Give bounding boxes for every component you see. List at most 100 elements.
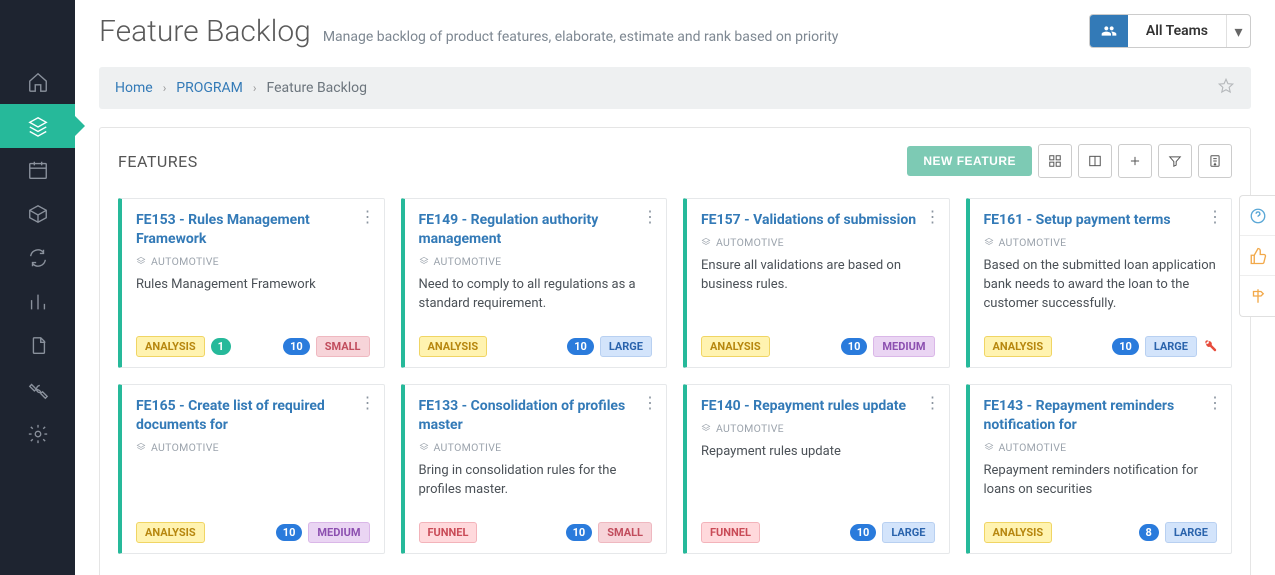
status-badge: ANALYSIS	[984, 522, 1053, 543]
calendar-icon	[27, 159, 49, 181]
card-menu-button[interactable]: ⋮	[360, 209, 376, 225]
sidebar-item-loop[interactable]	[0, 236, 75, 280]
feature-card-title[interactable]: FE161 - Setup payment terms	[984, 211, 1218, 230]
card-menu-button[interactable]: ⋮	[1207, 395, 1223, 411]
sidebar-item-analytics[interactable]	[0, 280, 75, 324]
feature-card-title[interactable]: FE133 - Consolidation of profiles master	[419, 397, 653, 435]
help-button[interactable]	[1240, 196, 1275, 236]
export-button[interactable]	[1198, 144, 1232, 178]
card-menu-button[interactable]: ⋮	[925, 209, 941, 225]
sidebar-item-box[interactable]	[0, 192, 75, 236]
status-badge: FUNNEL	[701, 522, 760, 543]
sidebar-item-docs[interactable]	[0, 324, 75, 368]
page-title: Feature Backlog	[99, 14, 311, 49]
main-content: Feature Backlog Manage backlog of produc…	[75, 0, 1275, 575]
stack-icon	[419, 256, 429, 266]
new-feature-button[interactable]: NEW FEATURE	[907, 146, 1032, 176]
add-button[interactable]	[1118, 144, 1152, 178]
breadcrumb-sep: ›	[163, 81, 167, 95]
size-badge: MEDIUM	[873, 336, 934, 357]
feature-card-footer: ANALYSIS8LARGE	[984, 522, 1218, 543]
feature-card[interactable]: FE143 - Repayment reminders notification…	[966, 384, 1233, 554]
points-badge: 10	[841, 338, 868, 355]
card-menu-button[interactable]: ⋮	[642, 395, 658, 411]
feature-card-title[interactable]: FE149 - Regulation authority management	[419, 211, 653, 249]
breadcrumb-program[interactable]: PROGRAM	[176, 80, 243, 96]
feature-card-footer: ANALYSIS110SMALL	[136, 336, 370, 357]
feedback-like-button[interactable]	[1240, 236, 1275, 276]
guide-signpost-button[interactable]	[1240, 276, 1275, 316]
stack-icon	[419, 442, 429, 452]
team-selector-dropdown[interactable]: All Teams ▾	[1089, 14, 1251, 48]
feature-card-category: AUTOMOTIVE	[419, 255, 653, 268]
feature-card[interactable]: FE133 - Consolidation of profiles master…	[401, 384, 668, 554]
main-sidebar	[0, 0, 75, 575]
panel-toolbar: NEW FEATURE	[907, 144, 1232, 178]
feature-card-category: AUTOMOTIVE	[984, 236, 1218, 249]
breadcrumb-sep: ›	[253, 81, 257, 95]
breadcrumb-bar: Home › PROGRAM › Feature Backlog	[99, 67, 1251, 109]
feature-card-category: AUTOMOTIVE	[419, 441, 653, 454]
feature-card-footer: FUNNEL 10 LARGE	[701, 522, 935, 543]
feature-card-title[interactable]: FE143 - Repayment reminders notification…	[984, 397, 1218, 435]
breadcrumb-current: Feature Backlog	[267, 80, 367, 96]
stack-icon	[136, 256, 146, 266]
sidebar-item-calendar[interactable]	[0, 148, 75, 192]
points-badge: 10	[850, 524, 877, 541]
card-menu-button[interactable]: ⋮	[925, 395, 941, 411]
card-menu-button[interactable]: ⋮	[642, 209, 658, 225]
feature-card-title[interactable]: FE165 - Create list of required document…	[136, 397, 370, 435]
stack-icon	[984, 442, 994, 452]
box-icon	[27, 203, 49, 225]
points-badge: 10	[566, 524, 593, 541]
feature-card[interactable]: FE157 - Validations of submission⋮AUTOMO…	[683, 198, 950, 368]
size-badge: LARGE	[882, 522, 934, 543]
feature-card[interactable]: FE165 - Create list of required document…	[118, 384, 385, 554]
split-view-button[interactable]	[1078, 144, 1112, 178]
favorite-star-button[interactable]	[1217, 77, 1235, 99]
filter-button[interactable]	[1158, 144, 1192, 178]
feature-card-grid: FE153 - Rules Management Framework⋮AUTOM…	[118, 198, 1232, 554]
feature-card[interactable]: FE149 - Regulation authority management⋮…	[401, 198, 668, 368]
gear-icon	[27, 423, 49, 445]
layers-icon	[27, 115, 49, 137]
size-badge: MEDIUM	[308, 522, 369, 543]
filter-icon	[1168, 154, 1182, 168]
feature-card-description	[136, 462, 370, 512]
size-badge: LARGE	[1165, 522, 1217, 543]
feature-card-category: AUTOMOTIVE	[136, 255, 370, 268]
status-badge: ANALYSIS	[136, 522, 205, 543]
breadcrumb: Home › PROGRAM › Feature Backlog	[115, 80, 367, 96]
status-badge: ANALYSIS	[136, 336, 205, 357]
plus-icon	[1128, 154, 1142, 168]
feature-card[interactable]: FE153 - Rules Management Framework⋮ AUTOM…	[118, 198, 385, 368]
feature-card-description: Repayment rules update	[701, 443, 935, 512]
feature-card-title[interactable]: FE140 - Repayment rules update	[701, 397, 935, 416]
breadcrumb-home[interactable]: Home	[115, 80, 153, 96]
feature-card-footer: ANALYSIS10LARGE	[984, 336, 1218, 357]
team-icon	[1090, 15, 1128, 47]
sidebar-item-backlog[interactable]	[0, 104, 75, 148]
loop-icon	[27, 247, 49, 269]
points-badge: 10	[567, 338, 594, 355]
card-menu-button[interactable]: ⋮	[360, 395, 376, 411]
columns-icon	[1088, 154, 1102, 168]
feature-card-category: AUTOMOTIVE	[984, 441, 1218, 454]
stack-icon	[984, 237, 994, 247]
grid-icon	[1048, 154, 1062, 168]
wrench-icon	[27, 379, 49, 401]
feature-card[interactable]: FE161 - Setup payment terms⋮AUTOMOTIVEBa…	[966, 198, 1233, 368]
feature-card-category: AUTOMOTIVE	[136, 441, 370, 454]
sidebar-item-home[interactable]	[0, 60, 75, 104]
grid-view-button[interactable]	[1038, 144, 1072, 178]
stack-icon	[701, 423, 711, 433]
feature-card-title[interactable]: FE157 - Validations of submission	[701, 211, 935, 230]
card-menu-button[interactable]: ⋮	[1207, 209, 1223, 225]
sidebar-item-tools[interactable]	[0, 368, 75, 412]
files-icon	[27, 335, 49, 357]
sidebar-item-settings[interactable]	[0, 412, 75, 456]
feature-card-title[interactable]: FE153 - Rules Management Framework	[136, 211, 370, 249]
feature-card[interactable]: FE140 - Repayment rules update⋮AUTOMOTIV…	[683, 384, 950, 554]
feature-card-footer: ANALYSIS10LARGE	[419, 336, 653, 357]
status-badge: ANALYSIS	[419, 336, 488, 357]
